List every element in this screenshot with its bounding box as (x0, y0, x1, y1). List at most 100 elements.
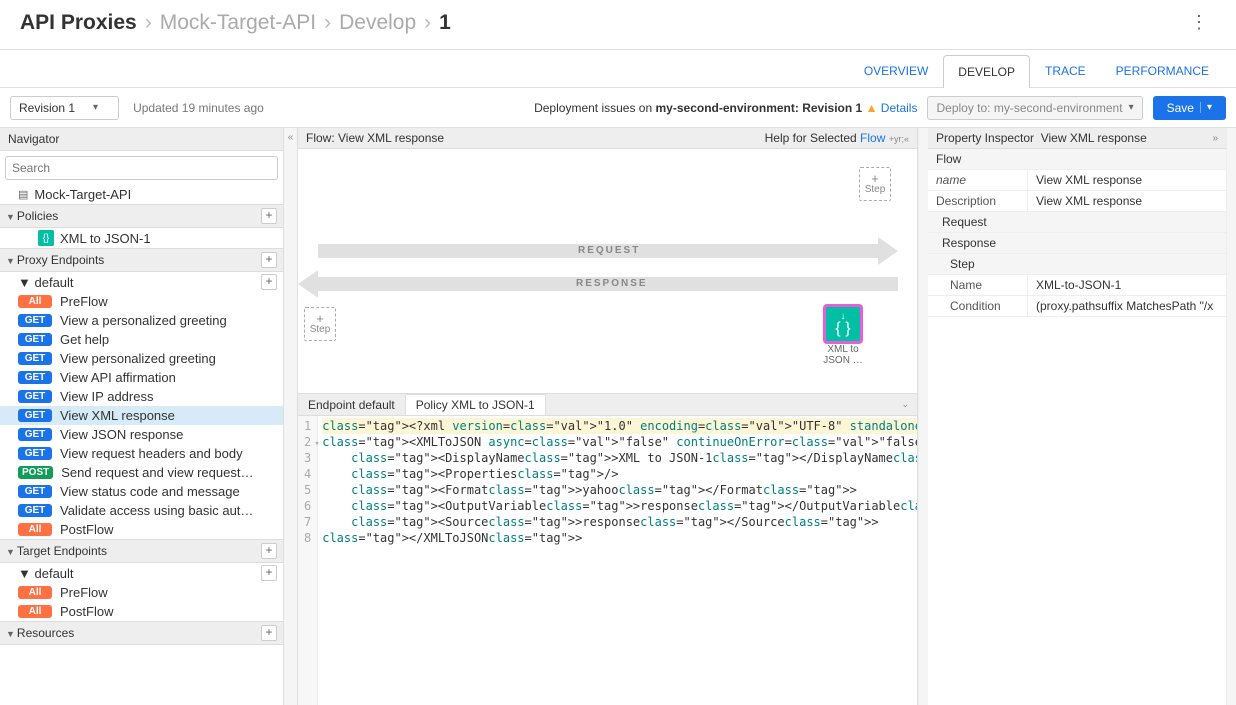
caret-down-icon: ▼ (6, 547, 15, 557)
document-icon: ▤ (18, 188, 28, 201)
response-label: RESPONSE (576, 278, 648, 289)
help-label: Help for Selected (765, 131, 857, 145)
help-flow-link[interactable]: Flow (860, 131, 885, 145)
breadcrumb-section[interactable]: Develop (339, 11, 416, 35)
breadcrumb-root[interactable]: API Proxies (20, 11, 137, 35)
collapse-flow-canvas-icon[interactable]: +yr;« (889, 134, 909, 144)
flow-label: PreFlow (60, 585, 108, 600)
target-endpoints-section-header[interactable]: ▼Target Endpoints + (0, 539, 283, 563)
method-badge: GET (18, 485, 52, 498)
inspector-object: View XML response (1041, 131, 1147, 145)
inspector-val-step-name[interactable]: XML-to-JSON-1 (1028, 275, 1226, 295)
inspector-key-step-name: Name (928, 275, 1028, 295)
method-badge: All (18, 295, 52, 308)
caret-down-icon: ▼ (18, 566, 31, 581)
proxy-endpoints-section-header[interactable]: ▼Proxy Endpoints + (0, 248, 283, 272)
code-tab-endpoint[interactable]: Endpoint default (298, 395, 406, 415)
flow-item[interactable]: GETView XML response (0, 406, 283, 425)
add-response-step-button[interactable]: + Step (304, 307, 336, 341)
add-proxy-endpoint-button[interactable]: + (261, 252, 277, 268)
flow-item[interactable]: All PreFlow (0, 292, 283, 311)
flow-title: Flow: View XML response (306, 131, 444, 145)
add-policy-button[interactable]: + (261, 208, 277, 224)
flow-item[interactable]: AllPostFlow (0, 602, 283, 621)
breadcrumb-proxy[interactable]: Mock-Target-API (160, 11, 316, 35)
add-target-flow-button[interactable]: + (261, 565, 277, 581)
policy-label: XML to JSON-1 (60, 231, 151, 246)
breadcrumb-revision: 1 (439, 11, 451, 35)
save-button[interactable]: Save (1153, 96, 1226, 120)
navigator-panel: Navigator ▤ Mock-Target-API ▼Policies + … (0, 128, 284, 705)
policies-section-header[interactable]: ▼Policies + (0, 204, 283, 228)
inspector-section-request: Request (928, 212, 1226, 233)
xml-to-json-icon: {} (38, 230, 54, 246)
flow-item[interactable]: POSTSend request and view request… (0, 463, 283, 482)
add-flow-button[interactable]: + (261, 274, 277, 290)
policy-item[interactable]: {} XML to JSON-1 (0, 228, 283, 248)
tab-trace[interactable]: TRACE (1030, 54, 1101, 87)
inspector-title: Property Inspector (936, 131, 1034, 145)
plus-icon: + (871, 174, 879, 184)
flow-label: PostFlow (60, 604, 113, 619)
flow-canvas: + Step REQUEST RESPONSE + Step (298, 149, 917, 394)
inspector-val-condition[interactable]: (proxy.pathsuffix MatchesPath "/x (1028, 296, 1226, 316)
flow-item[interactable]: GETView personalized greeting (0, 349, 283, 368)
flow-label: View a personalized greeting (60, 313, 227, 328)
method-badge: GET (18, 428, 52, 441)
flow-label: PreFlow (60, 294, 108, 309)
proxy-endpoint-default[interactable]: ▼ default + (0, 272, 283, 292)
code-tab-policy[interactable]: Policy XML to JSON-1 (406, 394, 546, 415)
revision-select[interactable]: Revision 1 (10, 96, 119, 120)
inspector-val-name[interactable]: View XML response (1028, 170, 1226, 190)
add-request-step-button[interactable]: + Step (859, 167, 891, 201)
warning-icon: ▲ (866, 101, 878, 115)
tab-overview[interactable]: OVERVIEW (849, 54, 943, 87)
arrow-right-icon (878, 237, 898, 265)
details-link[interactable]: Details (881, 101, 918, 115)
flow-item[interactable]: GETView API affirmation (0, 368, 283, 387)
method-badge: GET (18, 504, 52, 517)
updated-timestamp: Updated 19 minutes ago (133, 101, 264, 115)
resources-section-header[interactable]: ▼Resources + (0, 621, 283, 645)
inspector-val-description[interactable]: View XML response (1028, 191, 1226, 211)
center-scrollbar[interactable] (918, 128, 928, 705)
flow-item[interactable]: GETView status code and message (0, 482, 283, 501)
chevron-right-icon: › (324, 11, 331, 35)
inspector-section-flow: Flow (928, 149, 1226, 170)
expand-inspector-icon[interactable]: » (1212, 133, 1218, 144)
flow-item[interactable]: AllPostFlow (0, 520, 283, 539)
inspector-key-description: Description (928, 191, 1028, 211)
flow-item[interactable]: GETView request headers and body (0, 444, 283, 463)
flow-label: View request headers and body (60, 446, 243, 461)
inspector-scrollbar[interactable] (1226, 128, 1236, 705)
more-menu-icon[interactable]: ⋮ (1182, 8, 1216, 37)
flow-item[interactable]: GETView JSON response (0, 425, 283, 444)
flow-item[interactable]: GETView a personalized greeting (0, 311, 283, 330)
flow-label: Validate access using basic aut… (60, 503, 253, 518)
flow-label: View personalized greeting (60, 351, 216, 366)
flow-item[interactable]: GET Validate access using basic aut… (0, 501, 283, 520)
main-tabs: OVERVIEW DEVELOP TRACE PERFORMANCE (0, 50, 1236, 88)
caret-down-icon: ▼ (6, 629, 15, 639)
chevron-right-icon: › (145, 11, 152, 35)
navigator-search-input[interactable] (5, 156, 278, 180)
caret-down-icon: ▼ (6, 256, 15, 266)
collapse-code-icon[interactable]: ⌄ (893, 399, 917, 410)
inspector-key-condition: Condition (928, 296, 1028, 316)
policy-step-xml-to-json[interactable]: ↓{ } XML to JSON … (823, 304, 863, 366)
add-target-endpoint-button[interactable]: + (261, 543, 277, 559)
add-resource-button[interactable]: + (261, 625, 277, 641)
navigator-title: Navigator (0, 128, 283, 151)
flow-item[interactable]: All PreFlow (0, 583, 283, 602)
collapse-navigator-icon[interactable]: « (284, 128, 298, 705)
tab-develop[interactable]: DEVELOP (943, 55, 1030, 88)
deploy-to-select[interactable]: Deploy to: my-second-environment (927, 96, 1142, 120)
flow-item[interactable]: GETGet help (0, 330, 283, 349)
target-endpoint-default[interactable]: ▼ default + (0, 563, 283, 583)
code-editor[interactable]: 12345678 class="tag"><?xml version=class… (298, 416, 917, 705)
flow-item[interactable]: GETView IP address (0, 387, 283, 406)
method-badge: GET (18, 390, 52, 403)
method-badge: All (18, 586, 52, 599)
tab-performance[interactable]: PERFORMANCE (1101, 54, 1224, 87)
proxy-root-item[interactable]: ▤ Mock-Target-API (0, 185, 283, 204)
